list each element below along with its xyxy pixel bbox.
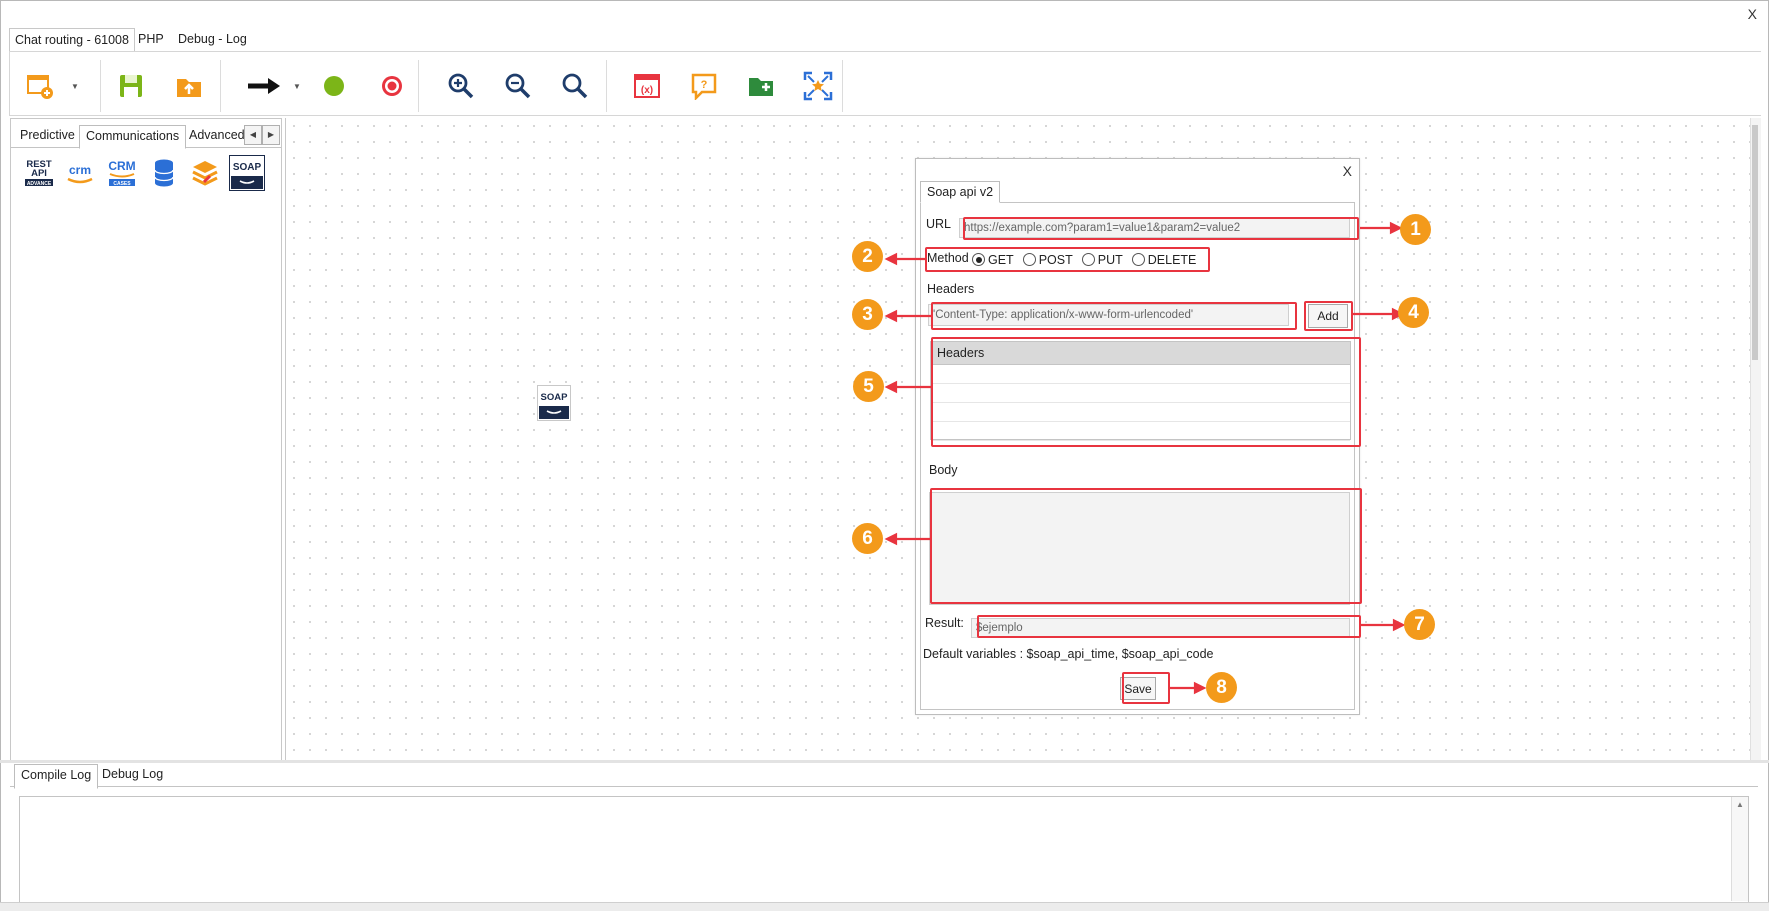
tab-soap-api-v2[interactable]: Soap api v2 (920, 181, 1001, 203)
scroll-up-icon[interactable]: ▲ (1732, 800, 1748, 809)
callout-badge-1: 1 (1400, 214, 1431, 245)
callout-badge-5: 5 (853, 371, 884, 402)
tab-debug-log-bottom[interactable]: Debug Log (96, 764, 169, 787)
callout-badge-4: 4 (1398, 297, 1429, 328)
log-panel: Compile Log Debug Log ▲ (10, 764, 1758, 904)
tab-divider (10, 786, 1758, 787)
callout-badge-3: 3 (852, 299, 883, 330)
tab-communications[interactable]: Communications (79, 125, 187, 149)
callout-badge-8: 8 (1206, 672, 1237, 703)
compile-log-output[interactable]: ▲ (19, 796, 1749, 904)
status-bar (0, 902, 1769, 911)
callout-badge-6: 6 (852, 523, 883, 554)
tab-compile-log[interactable]: Compile Log (14, 764, 99, 789)
log-scrollbar[interactable]: ▲ (1731, 797, 1748, 901)
callout-badge-7: 7 (1404, 609, 1435, 640)
panel-splitter[interactable] (0, 760, 1769, 763)
callout-badge-2: 2 (852, 241, 883, 272)
